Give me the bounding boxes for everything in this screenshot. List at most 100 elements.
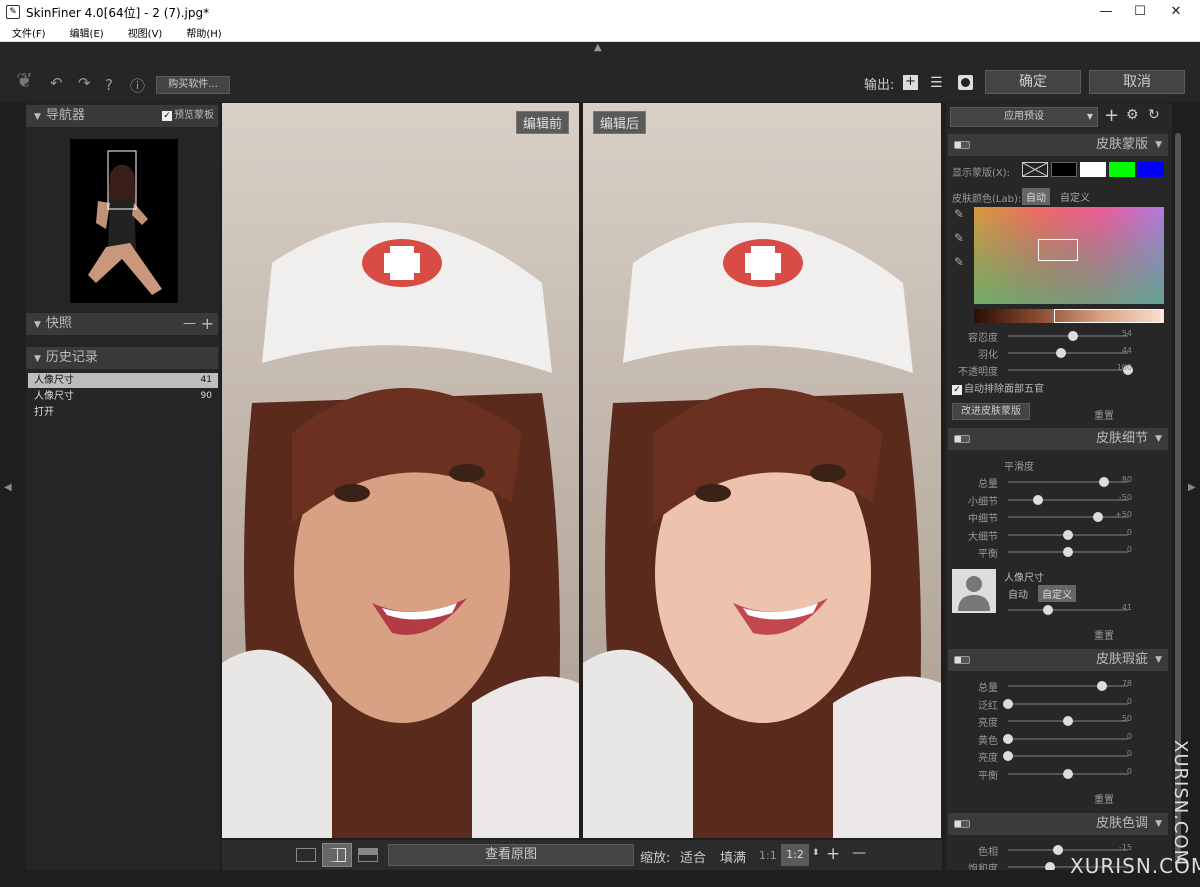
navigator-header[interactable]: ▼ 导航器 ✓ 预览蒙板: [26, 105, 218, 127]
skin-color-auto-button[interactable]: 自动: [1022, 188, 1050, 205]
slider-row[interactable]: 平衡 0: [946, 543, 1172, 560]
skin-tone-header[interactable]: 皮肤色调 ▼: [948, 813, 1168, 835]
mask-white-swatch[interactable]: [1080, 162, 1106, 177]
toggle-icon[interactable]: [954, 820, 970, 828]
improve-mask-button[interactable]: 改进皮肤蒙版: [952, 403, 1030, 420]
skin-color-custom-button[interactable]: 自定义: [1060, 189, 1090, 204]
after-image-canvas[interactable]: 编辑后: [583, 103, 941, 838]
snapshot-add-button[interactable]: +: [201, 313, 214, 335]
eyedropper-plus-icon[interactable]: ✎: [954, 231, 964, 245]
slider-knob[interactable]: [1042, 605, 1053, 615]
mask-green-swatch[interactable]: [1109, 162, 1135, 177]
slider-knob[interactable]: [1033, 494, 1043, 505]
slider-knob[interactable]: [1053, 845, 1064, 855]
single-view-icon[interactable]: [296, 848, 316, 862]
toggle-icon[interactable]: [954, 435, 970, 443]
menu-help[interactable]: 帮助(H): [186, 25, 221, 40]
history-item[interactable]: 人像尺寸 90: [28, 389, 218, 404]
sliders-icon[interactable]: ☰: [930, 75, 943, 91]
zoom-fill-button[interactable]: 填满: [720, 847, 746, 866]
slider-knob[interactable]: [1003, 733, 1013, 744]
slider-row[interactable]: 小细节 -50: [946, 491, 1172, 508]
blemish-header[interactable]: 皮肤瑕疵 ▼: [948, 649, 1168, 671]
zoom-out-button[interactable]: —: [852, 845, 866, 861]
before-image-canvas[interactable]: 编辑前: [222, 103, 579, 838]
slider-knob[interactable]: [1063, 529, 1073, 540]
portrait-size-slider[interactable]: 41: [946, 601, 1172, 617]
eyedropper-icon[interactable]: ✎: [954, 207, 964, 221]
mask-blue-swatch[interactable]: [1138, 162, 1164, 177]
slider-row[interactable]: 羽化 44: [946, 344, 1172, 361]
slider-row[interactable]: 平衡 0: [946, 765, 1172, 782]
maximize-button[interactable]: ☐: [1120, 0, 1160, 24]
split-view-icon[interactable]: [322, 843, 352, 867]
navigator-thumbnail[interactable]: [70, 139, 178, 303]
zoom-ratio-select[interactable]: 1:2: [781, 844, 809, 866]
slider-row[interactable]: 总量 80: [946, 473, 1172, 490]
left-collapse-icon[interactable]: ◀: [4, 482, 12, 493]
help-icon[interactable]: ?: [105, 76, 113, 94]
history-item[interactable]: 人像尺寸 41: [28, 373, 218, 388]
slider-row[interactable]: 泛红 0: [946, 695, 1172, 712]
skin-detail-header[interactable]: 皮肤细节 ▼: [948, 428, 1168, 450]
slider-row[interactable]: 不透明度 100: [946, 361, 1172, 378]
slider-row[interactable]: 亮度 50: [946, 712, 1172, 729]
history-item[interactable]: 打开: [28, 405, 218, 420]
mask-output-icon[interactable]: [958, 75, 973, 90]
reset-mask-button[interactable]: 重置: [1094, 407, 1114, 422]
menu-file[interactable]: 文件(F): [12, 25, 46, 40]
close-button[interactable]: ✕: [1156, 0, 1196, 24]
collapse-top-icon[interactable]: ▲: [594, 42, 602, 53]
lab-color-picker[interactable]: [974, 207, 1164, 304]
mask-none-swatch[interactable]: [1022, 162, 1048, 177]
slider-knob[interactable]: [1063, 716, 1073, 726]
preset-select[interactable]: 应用预设 ▼: [950, 107, 1098, 127]
reset-blemish-button[interactable]: 重置: [1094, 791, 1114, 806]
zoom-fit-button[interactable]: 适合: [680, 847, 706, 866]
toggle-icon[interactable]: [954, 141, 970, 149]
zoom-1-1-button[interactable]: 1:1: [759, 849, 777, 862]
preview-mask-checkbox[interactable]: ✓ 预览蒙板: [162, 105, 214, 127]
portrait-auto-button[interactable]: 自动: [1008, 586, 1028, 601]
buy-software-button[interactable]: 购买软件...: [156, 76, 230, 94]
zoom-stepper-icon[interactable]: ⬍: [812, 848, 820, 858]
reset-detail-button[interactable]: 重置: [1094, 627, 1114, 642]
output-add-icon[interactable]: +: [903, 75, 918, 90]
redo-icon[interactable]: ↷: [78, 74, 91, 92]
undo-icon[interactable]: ↶: [50, 74, 63, 92]
slider-knob[interactable]: [1003, 698, 1013, 709]
slider-knob[interactable]: [1063, 547, 1073, 557]
info-icon[interactable]: ⓘ: [130, 75, 145, 96]
slider-knob[interactable]: [1045, 862, 1055, 870]
eyedropper-minus-icon[interactable]: ✎: [954, 255, 964, 269]
toggle-icon[interactable]: [954, 656, 970, 664]
slider-knob[interactable]: [1055, 348, 1066, 358]
slider-knob[interactable]: [1063, 768, 1073, 779]
slider-knob[interactable]: [1003, 751, 1013, 761]
portrait-custom-button[interactable]: 自定义: [1038, 585, 1076, 602]
slider-row[interactable]: 容忍度 54: [946, 327, 1172, 344]
gear-icon[interactable]: ⚙: [1126, 107, 1139, 123]
exclude-features-checkbox[interactable]: ✓ 自动排除面部五官: [952, 380, 1044, 395]
slider-row[interactable]: 大细节 0: [946, 526, 1172, 543]
skin-mask-header[interactable]: 皮肤蒙版 ▼: [948, 134, 1168, 156]
mask-black-swatch[interactable]: [1051, 162, 1077, 177]
right-collapse-icon[interactable]: ▶: [1188, 482, 1196, 493]
slider-row[interactable]: 黄色 0: [946, 730, 1172, 747]
slider-knob[interactable]: [1067, 331, 1078, 341]
add-preset-icon[interactable]: +: [1104, 105, 1119, 126]
skin-tone-range[interactable]: [974, 309, 1164, 323]
slider-row[interactable]: 中细节 +50: [946, 508, 1172, 525]
snapshot-header[interactable]: ▼ 快照 — +: [26, 313, 218, 335]
stacked-view-icon[interactable]: [358, 848, 378, 862]
refresh-icon[interactable]: ↻: [1148, 107, 1160, 123]
snapshot-remove-button[interactable]: —: [183, 313, 196, 335]
slider-row[interactable]: 总量 78: [946, 677, 1172, 694]
slider-row[interactable]: 亮度 0: [946, 747, 1172, 764]
zoom-in-button[interactable]: +: [826, 844, 840, 864]
view-original-button[interactable]: 查看原图: [388, 844, 634, 866]
menu-view[interactable]: 视图(V): [128, 25, 163, 40]
ok-button[interactable]: 确定: [985, 70, 1081, 94]
menu-edit[interactable]: 编辑(E): [70, 25, 104, 40]
history-header[interactable]: ▼ 历史记录: [26, 347, 218, 369]
